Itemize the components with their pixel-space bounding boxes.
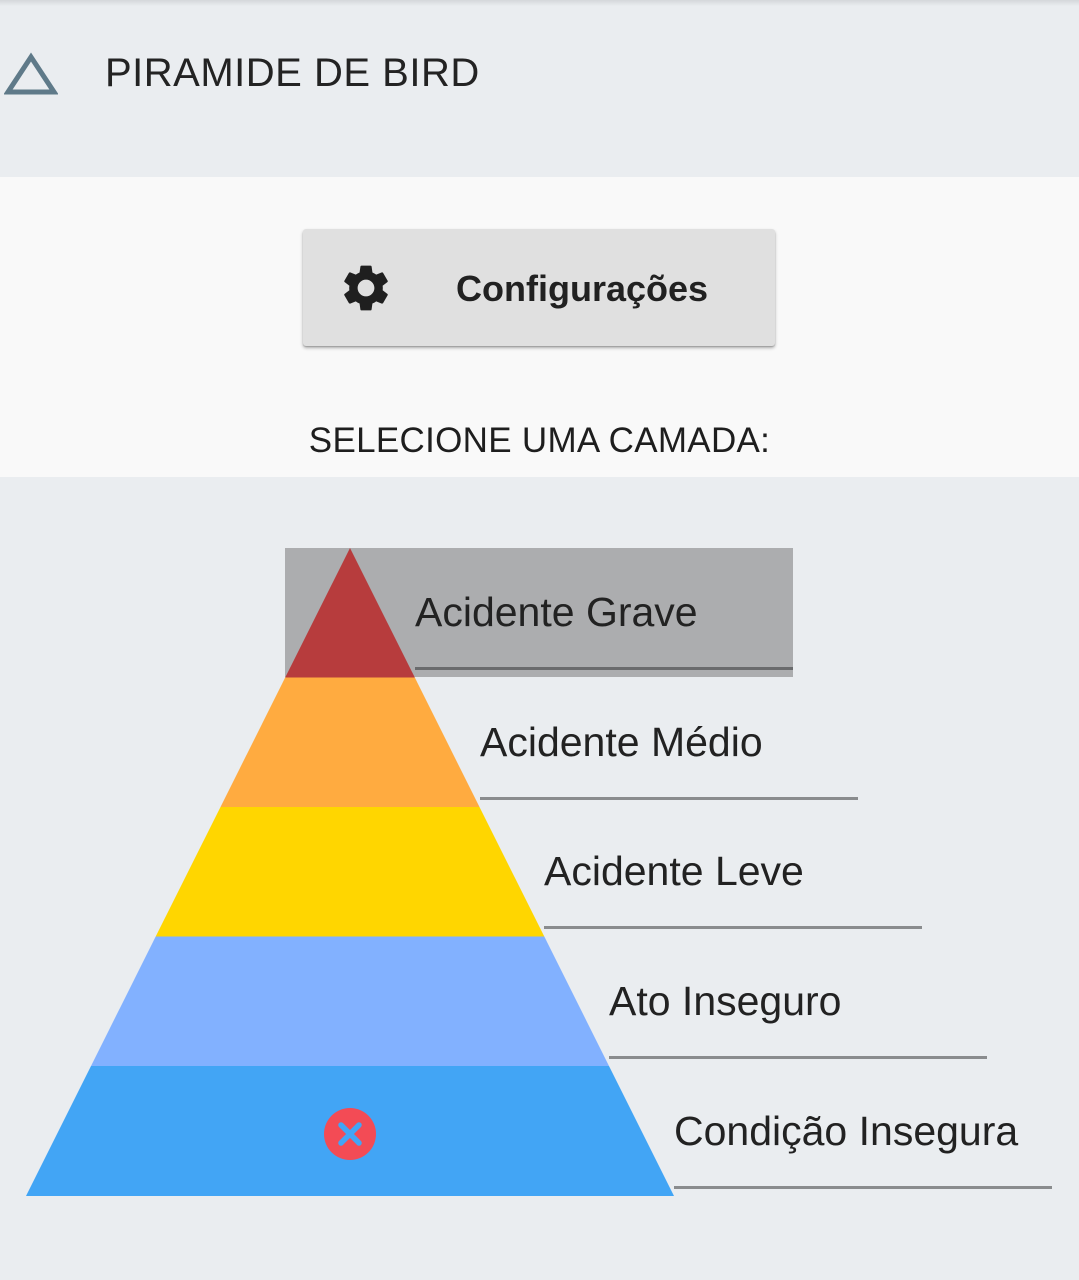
layer-underline-condicao-insegura <box>674 1186 1052 1189</box>
layer-underline-acidente-medio <box>480 797 858 800</box>
pyramid-layer-acidente-medio[interactable] <box>220 677 480 808</box>
pyramid-layer-acidente-leve[interactable] <box>155 807 545 937</box>
pyramid-layer-ato-inseguro[interactable] <box>91 936 609 1067</box>
close-x-glyph <box>338 1122 362 1146</box>
pyramid-diagram <box>26 548 674 1196</box>
layer-label-ato-inseguro[interactable]: Ato Inseguro <box>609 977 842 1025</box>
pyramid-layer-acidente-grave[interactable] <box>285 548 415 678</box>
close-circle-icon[interactable] <box>324 1108 376 1160</box>
layer-underline-acidente-grave <box>415 667 793 670</box>
layer-label-acidente-grave[interactable]: Acidente Grave <box>415 588 698 636</box>
layer-label-acidente-leve[interactable]: Acidente Leve <box>544 847 804 895</box>
layer-underline-acidente-leve <box>544 926 922 929</box>
layer-label-acidente-medio[interactable]: Acidente Médio <box>480 718 763 766</box>
layer-label-condicao-insegura[interactable]: Condição Insegura <box>674 1107 1018 1155</box>
layer-underline-ato-inseguro <box>609 1056 987 1059</box>
